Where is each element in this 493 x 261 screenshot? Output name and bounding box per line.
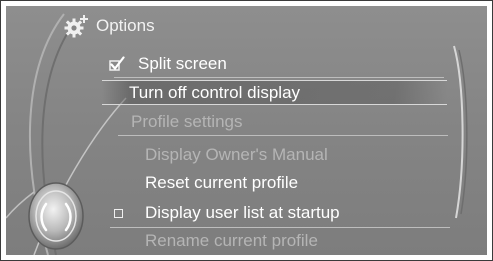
checkbox-checked-icon[interactable] (109, 56, 125, 72)
divider (114, 77, 444, 78)
divider (110, 227, 450, 228)
divider (118, 135, 448, 136)
menu-item-split-screen[interactable]: Split screen (6, 52, 487, 76)
gear-plus-icon (64, 15, 88, 38)
menu-item-label: Split screen (138, 54, 227, 73)
menu-item-reset-profile[interactable]: Reset current profile (6, 171, 487, 195)
section-header-profile-settings: Profile settings (6, 110, 487, 134)
menu-item-label: Turn off control display (129, 83, 301, 102)
menu-item-display-owners-manual: Display Owner's Manual (6, 143, 487, 167)
page-title: Options (96, 16, 155, 35)
checkbox-unchecked-icon[interactable] (114, 209, 123, 218)
menu-header: Options (64, 12, 155, 40)
scrollbar[interactable] (446, 42, 476, 222)
menu-item-label: Reset current profile (145, 173, 299, 192)
menu-item-label: Rename current profile (145, 231, 318, 250)
menu-item-label: Display Owner's Manual (145, 145, 328, 164)
menu-item-label: Display user list at startup (145, 203, 340, 222)
menu-item-rename-profile: Rename current profile (6, 229, 487, 253)
control-display: Options Split screen Turn off control di… (6, 6, 487, 255)
menu-item-display-user-list[interactable]: Display user list at startup (6, 201, 487, 225)
menu-item-turn-off-display[interactable]: Turn off control display (102, 80, 447, 105)
section-header-label: Profile settings (131, 112, 243, 131)
